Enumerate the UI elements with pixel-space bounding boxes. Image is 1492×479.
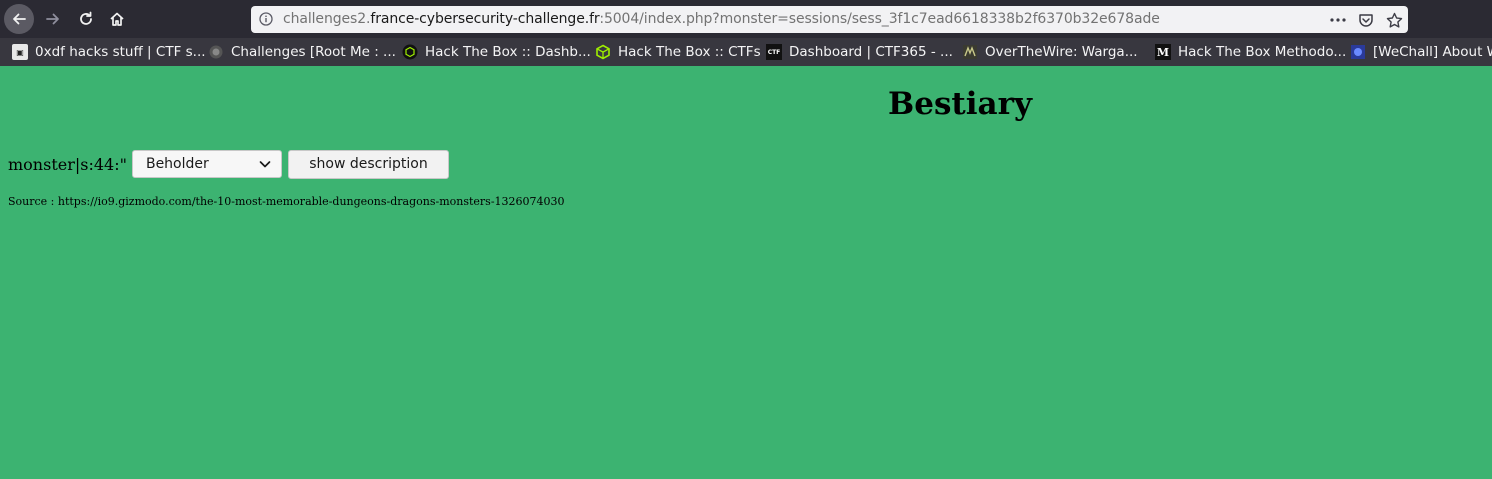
bookmark-htb-methodology[interactable]: M Hack The Box Methodo...	[1155, 42, 1346, 62]
monster-form: monster|s:44:" Beholder show description	[8, 149, 449, 179]
htb-ctf-favicon	[595, 44, 611, 60]
home-button[interactable]	[102, 4, 132, 34]
forward-button[interactable]	[38, 4, 68, 34]
url-bar[interactable]: challenges2.france-cybersecurity-challen…	[251, 6, 1408, 33]
bookmark-ctf365[interactable]: CTF Dashboard | CTF365 - ...	[766, 42, 953, 62]
url-suffix: :5004/index.php?monster=sessions/sess_3f…	[599, 11, 1160, 27]
browser-toolbar: challenges2.france-cybersecurity-challen…	[0, 0, 1492, 38]
more-dots-icon	[1330, 18, 1346, 22]
bookmark-star-button[interactable]	[1385, 11, 1403, 29]
medium-favicon: M	[1155, 44, 1171, 60]
bookmark-label: Challenges [Root Me : ...	[231, 44, 396, 60]
show-description-button[interactable]: show description	[287, 149, 449, 179]
bookmark-wechall[interactable]: [WeChall] About W	[1350, 42, 1492, 62]
url-prefix: challenges2.	[283, 11, 371, 27]
htb-favicon	[402, 44, 418, 60]
bookmarks-bar: ▣ 0xdf hacks stuff | CTF s... Challenges…	[0, 38, 1492, 66]
chevron-down-icon	[259, 161, 271, 168]
ctf365-favicon: CTF	[766, 44, 782, 60]
monster-label: monster|s:44:"	[8, 154, 127, 174]
home-icon	[110, 12, 124, 26]
pocket-button[interactable]	[1357, 11, 1375, 29]
monster-select-value: Beholder	[145, 156, 209, 172]
bookmark-label: Hack The Box Methodo...	[1178, 44, 1347, 60]
back-button[interactable]	[4, 4, 34, 34]
rootme-favicon	[208, 44, 224, 60]
forward-arrow-icon	[46, 13, 59, 25]
back-arrow-icon	[13, 13, 26, 25]
monster-select[interactable]: Beholder	[131, 150, 282, 178]
overthewire-favicon	[962, 44, 978, 60]
wechall-favicon	[1350, 44, 1366, 60]
bookmark-rootme[interactable]: Challenges [Root Me : ...	[208, 42, 396, 62]
source-text: Source : https://io9.gizmodo.com/the-10-…	[8, 195, 565, 208]
bookmark-label: 0xdf hacks stuff | CTF s...	[35, 44, 206, 60]
page-actions-button[interactable]	[1329, 11, 1347, 29]
bookmark-label: [WeChall] About W	[1373, 44, 1492, 60]
url-host: france-cybersecurity-challenge.fr	[370, 11, 600, 27]
page-title: Bestiary	[888, 86, 1032, 122]
bookmark-label: OverTheWire: Warga...	[985, 44, 1138, 60]
0xdf-favicon: ▣	[12, 44, 28, 60]
info-icon[interactable]	[259, 12, 273, 26]
reload-button[interactable]	[71, 4, 101, 34]
bookmark-label: Hack The Box :: CTFs	[618, 44, 761, 60]
pocket-icon	[1359, 14, 1373, 27]
bookmark-0xdf[interactable]: ▣ 0xdf hacks stuff | CTF s...	[12, 42, 206, 62]
url-text[interactable]: challenges2.france-cybersecurity-challen…	[283, 11, 1160, 27]
star-icon	[1386, 12, 1402, 28]
bookmark-overthewire[interactable]: OverTheWire: Warga...	[962, 42, 1138, 62]
bookmark-htb-ctfs[interactable]: Hack The Box :: CTFs	[595, 42, 761, 62]
reload-icon	[80, 11, 92, 25]
bookmark-htb-dashboard[interactable]: Hack The Box :: Dashb...	[402, 42, 591, 62]
bookmark-label: Dashboard | CTF365 - ...	[789, 44, 953, 60]
bookmark-label: Hack The Box :: Dashb...	[425, 44, 591, 60]
